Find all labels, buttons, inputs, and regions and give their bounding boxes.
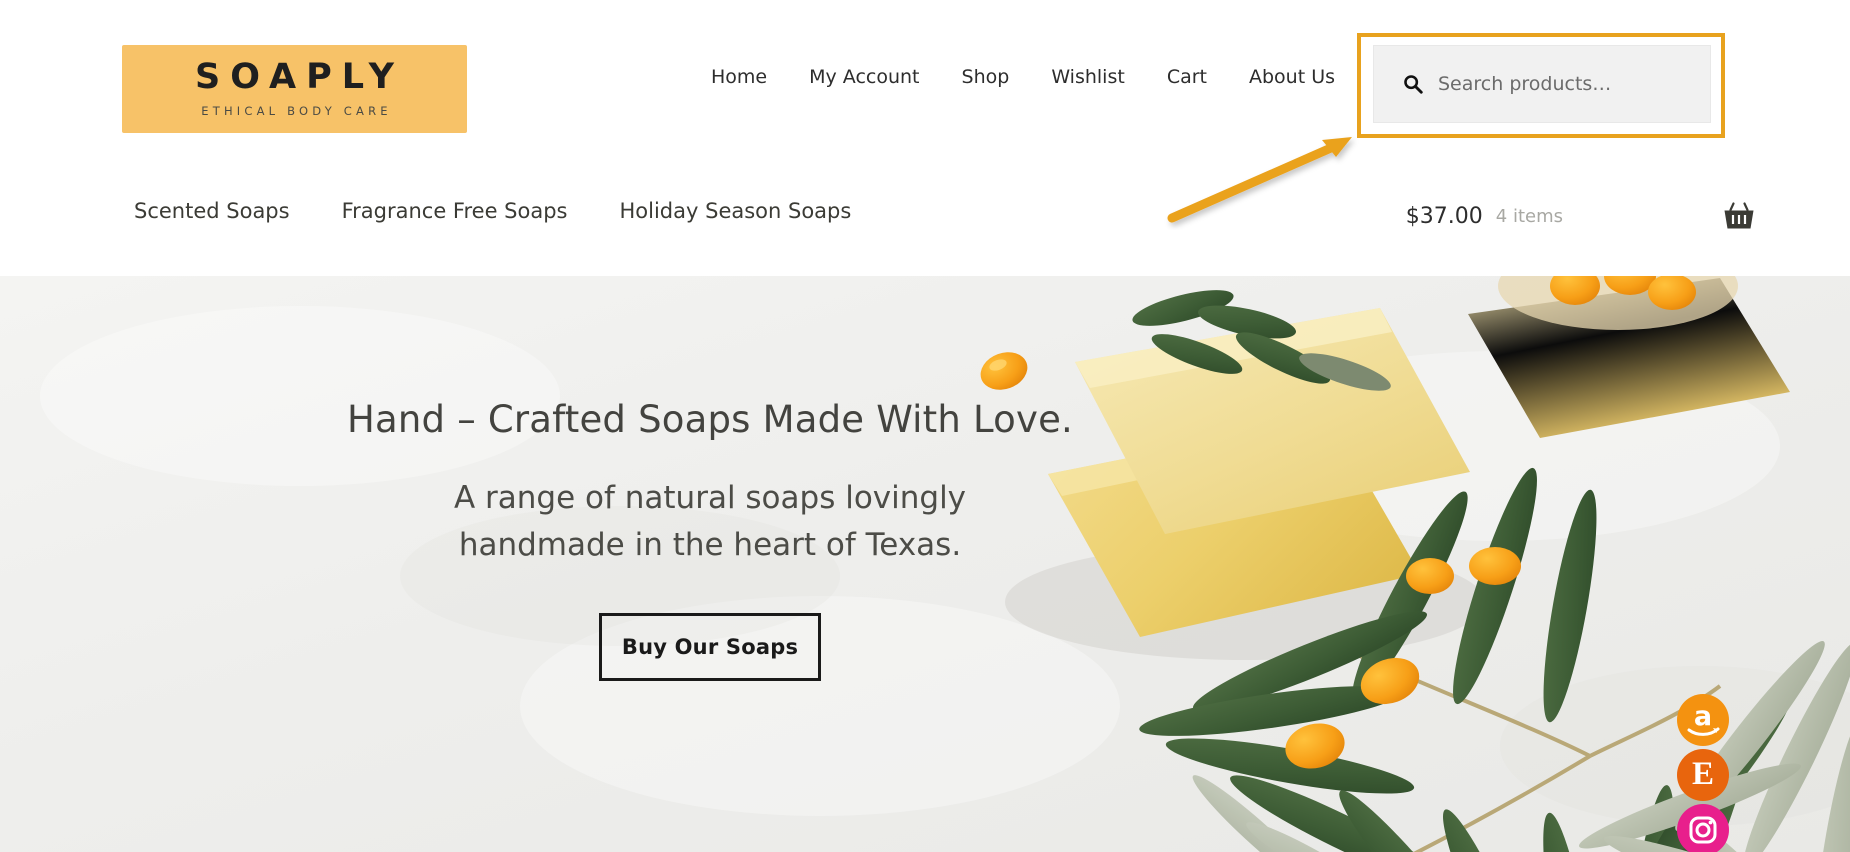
nav-item-home[interactable]: Home bbox=[690, 62, 788, 92]
search-input[interactable] bbox=[1438, 73, 1688, 95]
hero-section: Hand – Crafted Soaps Made With Love. A r… bbox=[0, 276, 1850, 852]
etsy-glyph: E bbox=[1691, 755, 1714, 792]
instagram-glyph bbox=[1689, 816, 1717, 844]
page-root: SOAPLY ETHICAL BODY CARE Home My Account… bbox=[0, 0, 1850, 852]
cart-item-count: 4 items bbox=[1495, 205, 1563, 227]
hero-content: Hand – Crafted Soaps Made With Love. A r… bbox=[0, 276, 1420, 852]
search-icon bbox=[1404, 75, 1423, 94]
shopping-basket-icon[interactable] bbox=[1723, 201, 1755, 231]
category-scented-soaps[interactable]: Scented Soaps bbox=[108, 199, 316, 223]
logo-wordmark: SOAPLY bbox=[195, 57, 404, 97]
etsy-icon[interactable]: E bbox=[1677, 749, 1729, 801]
category-holiday-season-soaps[interactable]: Holiday Season Soaps bbox=[594, 199, 878, 223]
search-products-field[interactable] bbox=[1373, 45, 1711, 123]
cart-total: $37.00 bbox=[1405, 203, 1483, 229]
category-fragrance-free-soaps[interactable]: Fragrance Free Soaps bbox=[316, 199, 594, 223]
hero-title: Hand – Crafted Soaps Made With Love. bbox=[347, 398, 1073, 441]
buy-our-soaps-button[interactable]: Buy Our Soaps bbox=[599, 613, 821, 682]
category-header: Scented Soaps Fragrance Free Soaps Holid… bbox=[0, 165, 1850, 276]
svg-text:a: a bbox=[1694, 701, 1712, 732]
nav-item-my-account[interactable]: My Account bbox=[788, 62, 940, 92]
category-navigation: Scented Soaps Fragrance Free Soaps Holid… bbox=[108, 199, 877, 223]
nav-item-about-us[interactable]: About Us bbox=[1228, 62, 1356, 92]
nav-item-wishlist[interactable]: Wishlist bbox=[1030, 62, 1146, 92]
social-links: a E bbox=[1677, 694, 1729, 852]
site-header: SOAPLY ETHICAL BODY CARE Home My Account… bbox=[0, 0, 1850, 165]
primary-navigation: Home My Account Shop Wishlist Cart About… bbox=[690, 62, 1356, 92]
site-logo[interactable]: SOAPLY ETHICAL BODY CARE bbox=[122, 45, 467, 133]
amazon-icon[interactable]: a bbox=[1677, 694, 1729, 746]
instagram-icon[interactable] bbox=[1677, 804, 1729, 852]
amazon-glyph: a bbox=[1687, 701, 1720, 736]
nav-item-cart[interactable]: Cart bbox=[1146, 62, 1228, 92]
cart-summary[interactable]: $37.00 4 items bbox=[1406, 201, 1755, 231]
nav-item-shop[interactable]: Shop bbox=[941, 62, 1031, 92]
hero-subtitle: A range of natural soaps lovingly handma… bbox=[453, 480, 967, 564]
logo-tagline: ETHICAL BODY CARE bbox=[201, 104, 392, 118]
